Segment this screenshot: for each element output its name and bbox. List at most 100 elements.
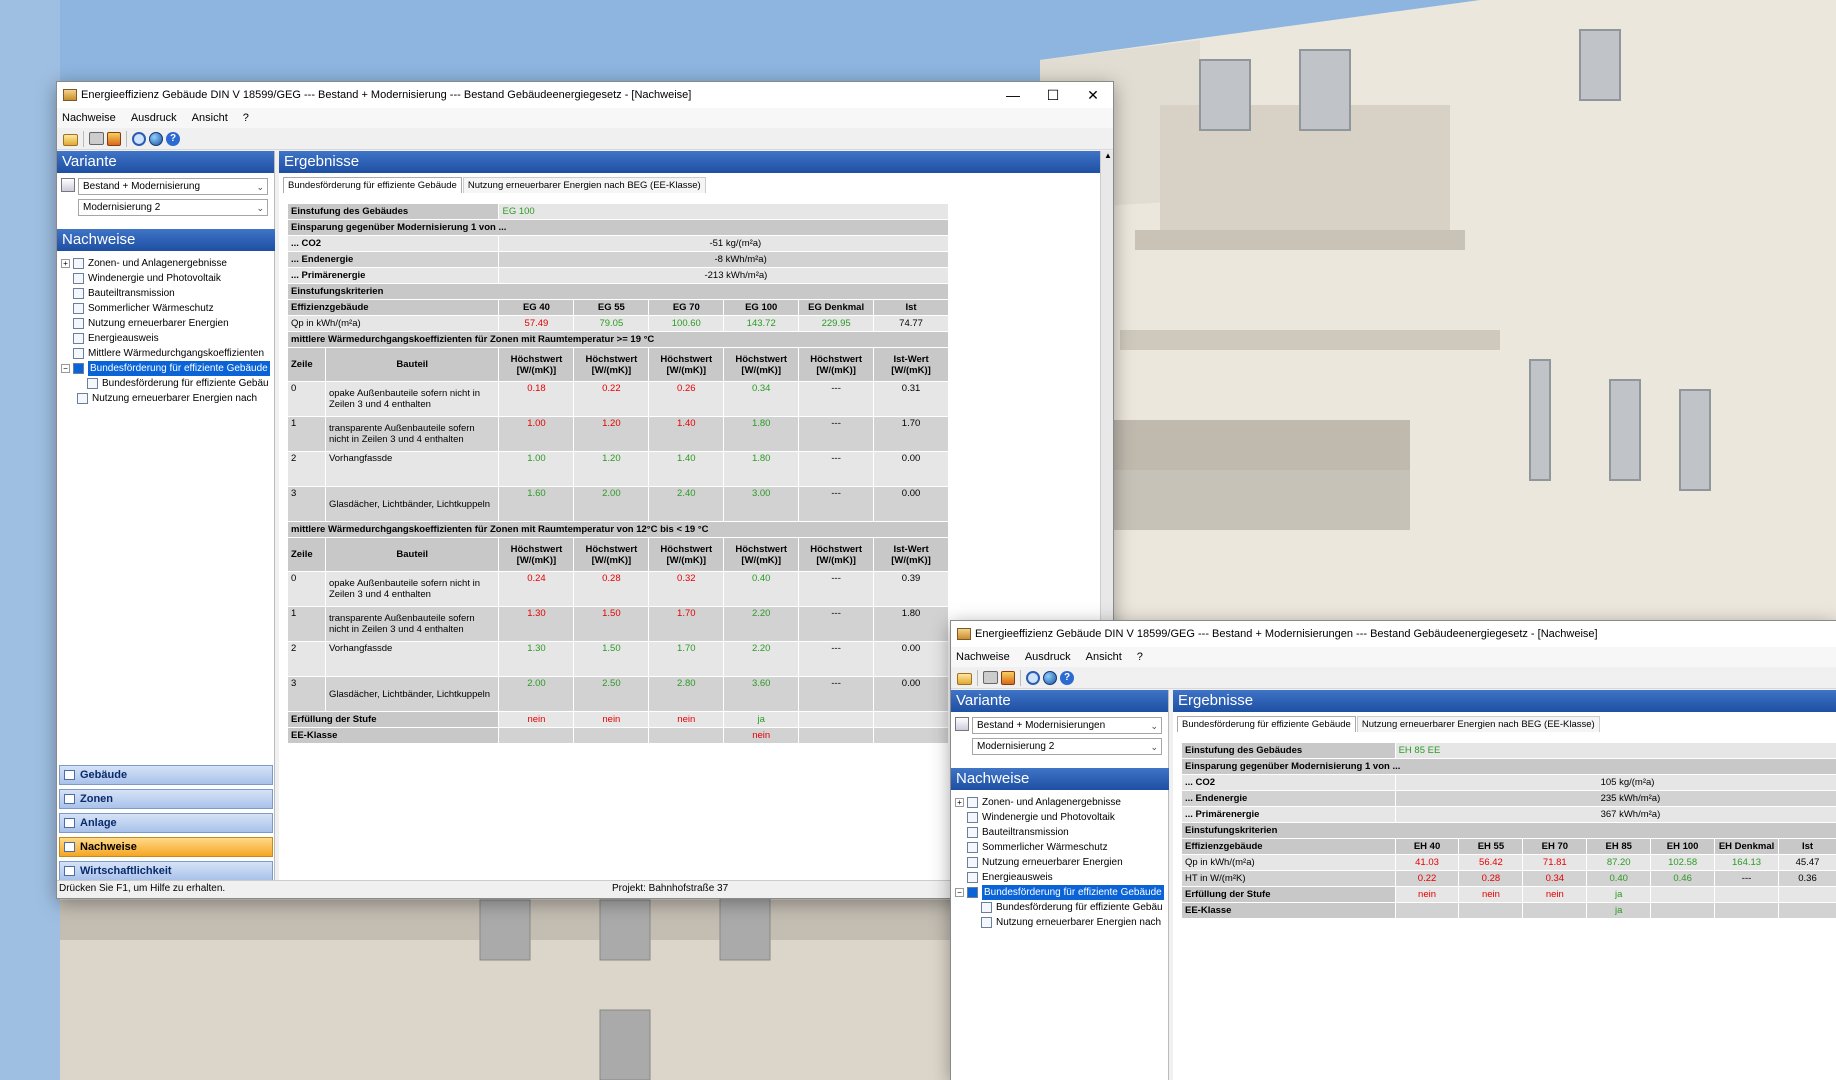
menu-help[interactable]: ? (1137, 651, 1143, 663)
menu-ausdruck[interactable]: Ausdruck (1025, 651, 1071, 663)
variant-select[interactable]: Bestand + Modernisierung ⌄ (78, 178, 268, 195)
maximize-icon[interactable]: ☐ (1033, 82, 1073, 108)
chevron-down-icon: ⌄ (1150, 742, 1158, 752)
tree-item[interactable]: Mittlere Wärmedurchgangskoeffizienten (61, 346, 273, 361)
einsparung-value: 367 (1600, 809, 1617, 820)
einsparung-value: -213 (704, 270, 724, 281)
help-icon[interactable]: ? (1060, 670, 1074, 685)
einstufung-label: Einstufung des Gebäudes (1181, 742, 1396, 759)
toolbar: ? (951, 667, 1836, 689)
tree-item[interactable]: + Zonen- und Anlagenergebnisse (61, 256, 273, 271)
ht-row: HT in W/(m²K) 0.22 0.28 0.34 0.40 0.46 -… (1181, 870, 1836, 887)
u-header-row: Zeile Bauteil Höchstwert [W/(mK)] Höchst… (287, 347, 949, 382)
tree-subitem[interactable]: Nutzung erneuerbarer Energien nach (61, 391, 273, 406)
table-row: 2 Vorhangfassde 1.00 1.20 1.40 1.80 --- … (287, 451, 949, 487)
eff-header-row: Effizienzgebäude EH 40 EH 55 EH 70 EH 85… (1181, 838, 1836, 855)
tree-item[interactable]: + Zonen- und Anlagenergebnisse (955, 795, 1167, 810)
nav-anlage[interactable]: Anlage (59, 813, 273, 833)
tree-item[interactable]: Sommerlicher Wärmeschutz (955, 840, 1167, 855)
document-icon (73, 333, 84, 344)
einsparung-row: ... Endenergie -8 kWh/m²a) (286, 251, 949, 268)
menu-ausdruck[interactable]: Ausdruck (131, 112, 177, 124)
pdf-export-icon[interactable] (107, 131, 121, 146)
tree-item-selected[interactable]: − Bundesförderung für effiziente Gebäude (955, 885, 1167, 900)
menu-nachweise[interactable]: Nachweise (956, 651, 1010, 663)
ee-klasse-row: EE-Klasse ja (1181, 902, 1836, 919)
toolbar-separator (83, 130, 84, 147)
menu-nachweise[interactable]: Nachweise (62, 112, 116, 124)
tree-item[interactable]: Nutzung erneuerbarer Energien (61, 316, 273, 331)
document-icon (73, 348, 84, 359)
open-folder-icon[interactable] (63, 134, 78, 146)
collapse-icon[interactable]: − (61, 364, 70, 373)
modernisierung-select[interactable]: Modernisierung 2 ⌄ (78, 199, 268, 216)
einsparung-unit: kg/(m²a) (1619, 777, 1655, 788)
document-icon (981, 902, 992, 913)
eff-header-row: Effizienzgebäude EG 40 EG 55 EG 70 EG 10… (286, 299, 949, 316)
expand-icon[interactable]: + (61, 259, 70, 268)
einsparung-row: ... Primärenergie 367 kWh/m²a) (1181, 806, 1836, 823)
tree-item[interactable]: Bauteiltransmission (61, 286, 273, 301)
tab-ee-klasse[interactable]: Nutzung erneuerbarer Energien nach BEG (… (1356, 716, 1600, 732)
document-icon (967, 797, 978, 808)
globe-icon[interactable] (149, 131, 163, 146)
tree-item[interactable]: Windenergie und Photovoltaik (955, 810, 1167, 825)
u-section-2: mittlere Wärmedurchgangskoeffizienten fü… (287, 521, 949, 538)
einsparung-unit: kg/(m²a) (725, 238, 762, 249)
app-icon (957, 628, 971, 640)
nav-wirtschaftlichkeit[interactable]: Wirtschaftlichkeit (59, 861, 273, 881)
variant-select[interactable]: Bestand + Modernisierungen ⌄ (972, 717, 1162, 734)
scroll-up-icon[interactable]: ▲ (1104, 151, 1112, 160)
einsparung-label: Einsparung gegenüber Modernisierung 1 vo… (287, 219, 949, 236)
tree-item[interactable]: Windenergie und Photovoltaik (61, 271, 273, 286)
nav-gebaeude[interactable]: Gebäude (59, 765, 273, 785)
tree-item[interactable]: Energieausweis (61, 331, 273, 346)
modernisierung-select[interactable]: Modernisierung 2 ⌄ (972, 738, 1162, 755)
document-icon (73, 303, 84, 314)
search-icon[interactable] (132, 131, 146, 146)
qp-row: Qp in kWh/(m²a) 57.49 79.05 100.60 143.7… (286, 315, 949, 332)
tab-ee-klasse[interactable]: Nutzung erneuerbarer Energien nach BEG (… (462, 177, 706, 193)
ee-klasse-row: EE-Klasse nein (286, 727, 949, 744)
open-folder-icon[interactable] (957, 673, 972, 685)
tree-item[interactable]: Sommerlicher Wärmeschutz (61, 301, 273, 316)
pdf-export-icon[interactable] (1001, 670, 1015, 685)
chevron-down-icon: ⌄ (256, 203, 264, 213)
print-icon[interactable] (89, 132, 104, 145)
globe-icon[interactable] (1043, 670, 1057, 685)
tree-subitem[interactable]: Bundesförderung für effiziente Gebäu (955, 900, 1167, 915)
close-icon[interactable]: ✕ (1073, 82, 1113, 108)
einsparung-label: Einsparung gegenüber Modernisierung 1 vo… (1181, 758, 1836, 775)
document-icon (73, 258, 84, 269)
document-icon (967, 857, 978, 868)
toolbar-separator (1020, 669, 1021, 686)
help-icon[interactable]: ? (166, 131, 180, 146)
document-icon (73, 288, 84, 299)
tree-subitem[interactable]: Bundesförderung für effiziente Gebäu (61, 376, 273, 391)
menu-ansicht[interactable]: Ansicht (1086, 651, 1122, 663)
document-icon (967, 827, 978, 838)
menu-ansicht[interactable]: Ansicht (192, 112, 228, 124)
tree-item[interactable]: Bauteiltransmission (955, 825, 1167, 840)
table-row: 2 Vorhangfassde 1.30 1.50 1.70 2.20 --- … (287, 641, 949, 677)
table-row: 0 opake Außenbauteile sofern nicht in Ze… (287, 381, 949, 417)
minimize-icon[interactable]: — (993, 82, 1033, 108)
einsparung-unit: kWh/m²a) (726, 270, 768, 281)
tree-subitem[interactable]: Nutzung erneuerbarer Energien nach (955, 915, 1167, 930)
document-icon (967, 887, 978, 898)
tab-bundesfoerderung[interactable]: Bundesförderung für effiziente Gebäude (283, 177, 462, 193)
einsparung-value: 235 (1600, 793, 1617, 804)
tree-item-selected[interactable]: − Bundesförderung für effiziente Gebäude (61, 361, 273, 376)
print-icon[interactable] (983, 671, 998, 684)
tree-item[interactable]: Energieausweis (955, 870, 1167, 885)
einsparung-unit: kWh/m²a) (1619, 809, 1661, 820)
tab-bundesfoerderung[interactable]: Bundesförderung für effiziente Gebäude (1177, 716, 1356, 732)
nav-nachweise[interactable]: Nachweise (59, 837, 273, 857)
collapse-icon[interactable]: − (955, 888, 964, 897)
nav-zonen[interactable]: Zonen (59, 789, 273, 809)
search-icon[interactable] (1026, 670, 1040, 685)
tree-item[interactable]: Nutzung erneuerbarer Energien (955, 855, 1167, 870)
document-icon (73, 273, 84, 284)
expand-icon[interactable]: + (955, 798, 964, 807)
menu-help[interactable]: ? (243, 112, 249, 124)
